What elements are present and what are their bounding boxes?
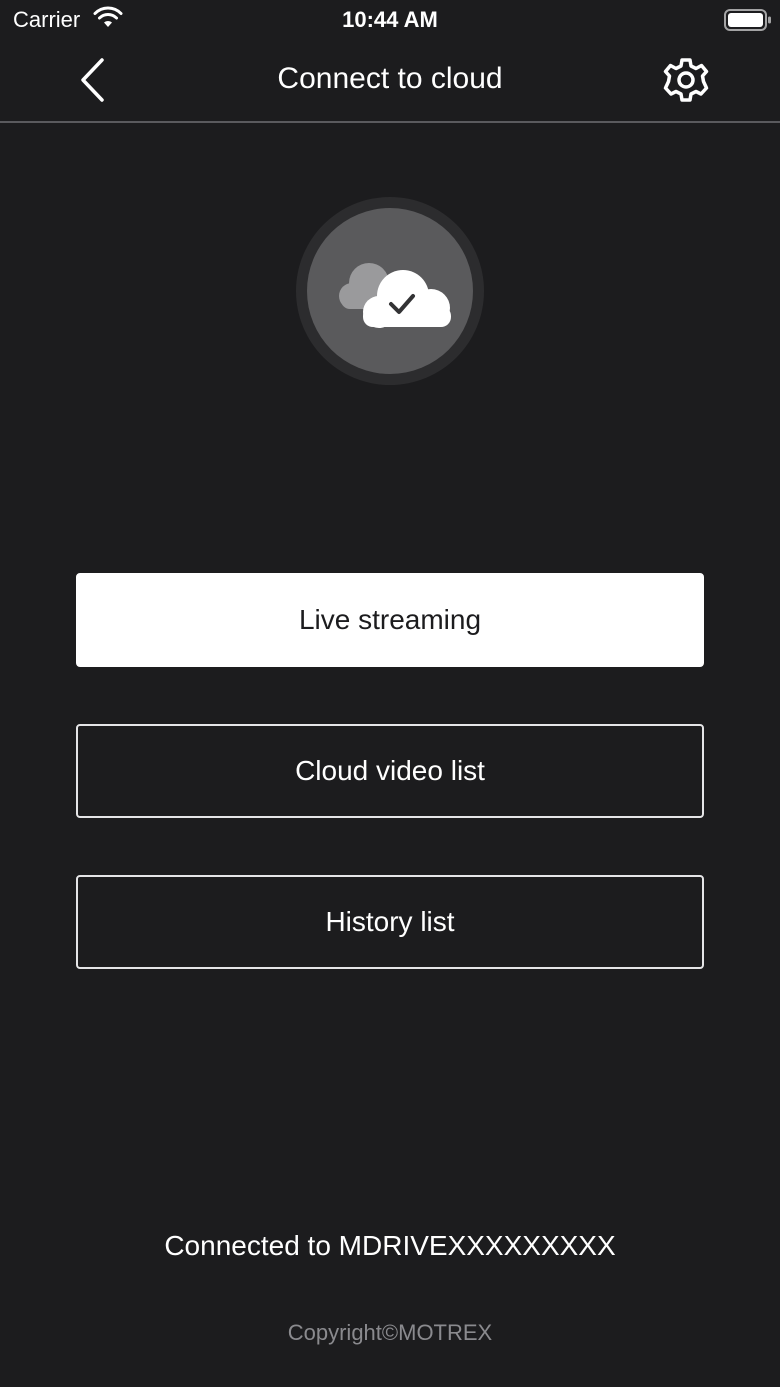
- copyright: Copyright©MOTREX: [287, 1320, 493, 1345]
- cloud-video-list-button[interactable]: Cloud video list: [76, 724, 704, 818]
- navigation-bar: Connect to cloud: [0, 40, 780, 123]
- status-bar: Carrier 10:44 AM: [0, 0, 780, 40]
- live-streaming-button[interactable]: Live streaming: [76, 573, 704, 667]
- status-time: 10:44 AM: [342, 7, 438, 32]
- gear-icon: [658, 58, 714, 112]
- connection-status: Connected to MDRIVEXXXXXXXXX: [164, 1230, 616, 1261]
- battery-full-icon: [724, 9, 772, 31]
- settings-button[interactable]: [658, 52, 714, 108]
- cloud-status-badge: [296, 197, 484, 385]
- history-list-button[interactable]: History list: [76, 875, 704, 969]
- chevron-left-icon: [70, 58, 120, 112]
- cloud-badge-inner: [307, 208, 473, 374]
